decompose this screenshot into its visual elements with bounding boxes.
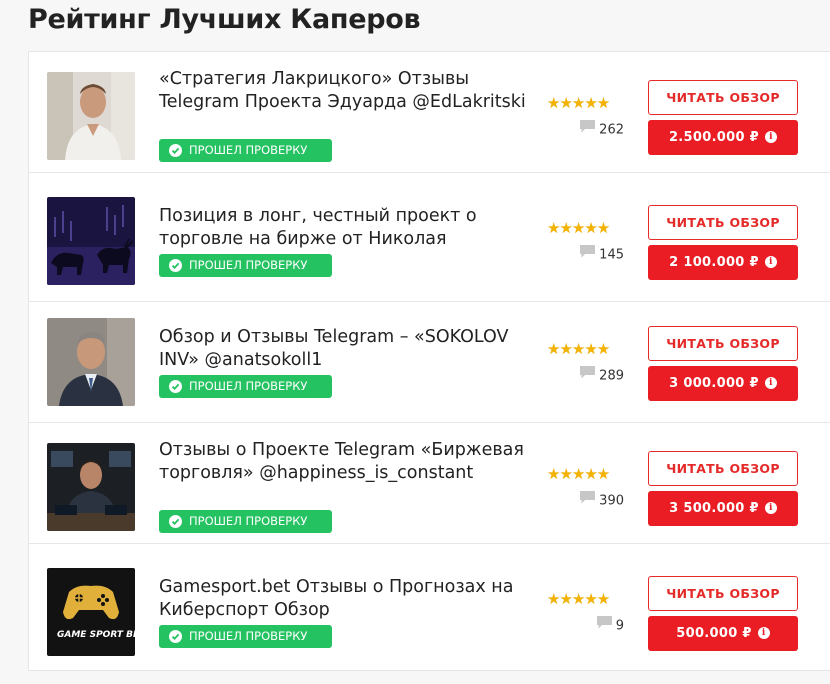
read-review-button[interactable]: ЧИТАТЬ ОБЗОР: [648, 326, 798, 361]
comment-count[interactable]: 9: [596, 616, 624, 634]
price-value: 3 500.000 ₽: [669, 501, 759, 516]
price-value: 2 100.000 ₽: [669, 255, 759, 270]
info-icon[interactable]: i: [757, 626, 770, 639]
star-rating: ★★★★★ ★★★★★: [547, 590, 610, 608]
info-icon[interactable]: i: [764, 376, 777, 389]
star-rating: ★★★★★ ★★★★★: [547, 94, 610, 112]
read-review-button[interactable]: ЧИТАТЬ ОБЗОР: [648, 80, 798, 115]
verified-badge: ПРОШЕЛ ПРОВЕРКУ: [159, 625, 332, 648]
man-portrait-photo[interactable]: [47, 72, 135, 160]
info-icon[interactable]: i: [765, 130, 778, 143]
comment-icon: [580, 120, 596, 138]
capper-rating-list: «Стратегия Лакрицкого» Отзывы Telegram П…: [28, 51, 830, 671]
logo-text: GAME SPORT BET: [57, 630, 135, 640]
verified-badge: ПРОШЕЛ ПРОВЕРКУ: [159, 375, 332, 398]
comment-count[interactable]: 262: [580, 120, 624, 138]
comment-icon: [596, 616, 612, 634]
list-item: Обзор и Отзывы Telegram – «SOKOLOV INV» …: [29, 302, 830, 423]
price-button[interactable]: 3 000.000 ₽ i: [648, 366, 798, 401]
price-button[interactable]: 500.000 ₽ i: [648, 616, 798, 651]
comment-count-value: 289: [599, 368, 624, 384]
price-button[interactable]: 2 100.000 ₽ i: [648, 245, 798, 280]
verified-badge-label: ПРОШЕЛ ПРОВЕРКУ: [189, 629, 308, 643]
verified-badge-label: ПРОШЕЛ ПРОВЕРКУ: [189, 514, 308, 528]
item-title-link[interactable]: Обзор и Отзывы Telegram – «SOKOLOV INV» …: [159, 326, 539, 371]
price-button[interactable]: 2.500.000 ₽ i: [648, 120, 798, 155]
list-item: Отзывы о Проекте Telegram «Биржевая торг…: [29, 423, 830, 544]
price-value: 500.000 ₽: [676, 626, 752, 641]
verified-badge: ПРОШЕЛ ПРОВЕРКУ: [159, 139, 332, 162]
item-title-link[interactable]: Позиция в лонг, честный проект о торговл…: [159, 205, 539, 250]
comment-count-value: 145: [599, 247, 624, 263]
businessman-portrait-photo[interactable]: [47, 318, 135, 406]
verified-badge-label: ПРОШЕЛ ПРОВЕРКУ: [189, 379, 308, 393]
page-title: Рейтинг Лучших Каперов: [28, 4, 421, 35]
comment-icon: [580, 245, 596, 263]
star-rating: ★★★★★ ★★★★★: [547, 219, 610, 237]
info-icon[interactable]: i: [764, 501, 777, 514]
price-value: 3 000.000 ₽: [669, 376, 759, 391]
check-circle-icon: [169, 144, 182, 157]
check-circle-icon: [169, 515, 182, 528]
verified-badge-label: ПРОШЕЛ ПРОВЕРКУ: [189, 258, 308, 272]
comment-count-value: 9: [615, 618, 624, 634]
verified-badge: ПРОШЕЛ ПРОВЕРКУ: [159, 510, 332, 533]
comment-count[interactable]: 390: [580, 491, 624, 509]
item-title-link[interactable]: Отзывы о Проекте Telegram «Биржевая торг…: [159, 439, 539, 484]
verified-badge: ПРОШЕЛ ПРОВЕРКУ: [159, 254, 332, 277]
verified-badge-label: ПРОШЕЛ ПРОВЕРКУ: [189, 143, 308, 157]
comment-count-value: 262: [599, 122, 624, 138]
trader-at-desk-photo[interactable]: [47, 443, 135, 531]
bull-bear-chart-image[interactable]: [47, 197, 135, 285]
list-item: Позиция в лонг, честный проект о торговл…: [29, 181, 830, 302]
comment-count-value: 390: [599, 493, 624, 509]
item-title-link[interactable]: Gamesport.bet Отзывы о Прогнозах на Кибе…: [159, 576, 539, 621]
comment-count[interactable]: 145: [580, 245, 624, 263]
list-item: «Стратегия Лакрицкого» Отзывы Telegram П…: [29, 52, 830, 173]
price-button[interactable]: 3 500.000 ₽ i: [648, 491, 798, 526]
read-review-button[interactable]: ЧИТАТЬ ОБЗОР: [648, 451, 798, 486]
list-item: GAME SPORT BET Gamesport.bet Отзывы о Пр…: [29, 552, 830, 673]
comment-icon: [580, 491, 596, 509]
star-rating: ★★★★★ ★★★★★: [547, 465, 610, 483]
comment-count[interactable]: 289: [580, 366, 624, 384]
read-review-button[interactable]: ЧИТАТЬ ОБЗОР: [648, 205, 798, 240]
read-review-button[interactable]: ЧИТАТЬ ОБЗОР: [648, 576, 798, 611]
star-rating: ★★★★★ ★★★★★: [547, 340, 610, 358]
info-icon[interactable]: i: [764, 255, 777, 268]
price-value: 2.500.000 ₽: [668, 130, 760, 145]
check-circle-icon: [169, 259, 182, 272]
check-circle-icon: [169, 630, 182, 643]
gamesport-bet-logo[interactable]: GAME SPORT BET: [47, 568, 135, 656]
comment-icon: [580, 366, 596, 384]
item-title-link[interactable]: «Стратегия Лакрицкого» Отзывы Telegram П…: [159, 68, 539, 113]
check-circle-icon: [169, 380, 182, 393]
